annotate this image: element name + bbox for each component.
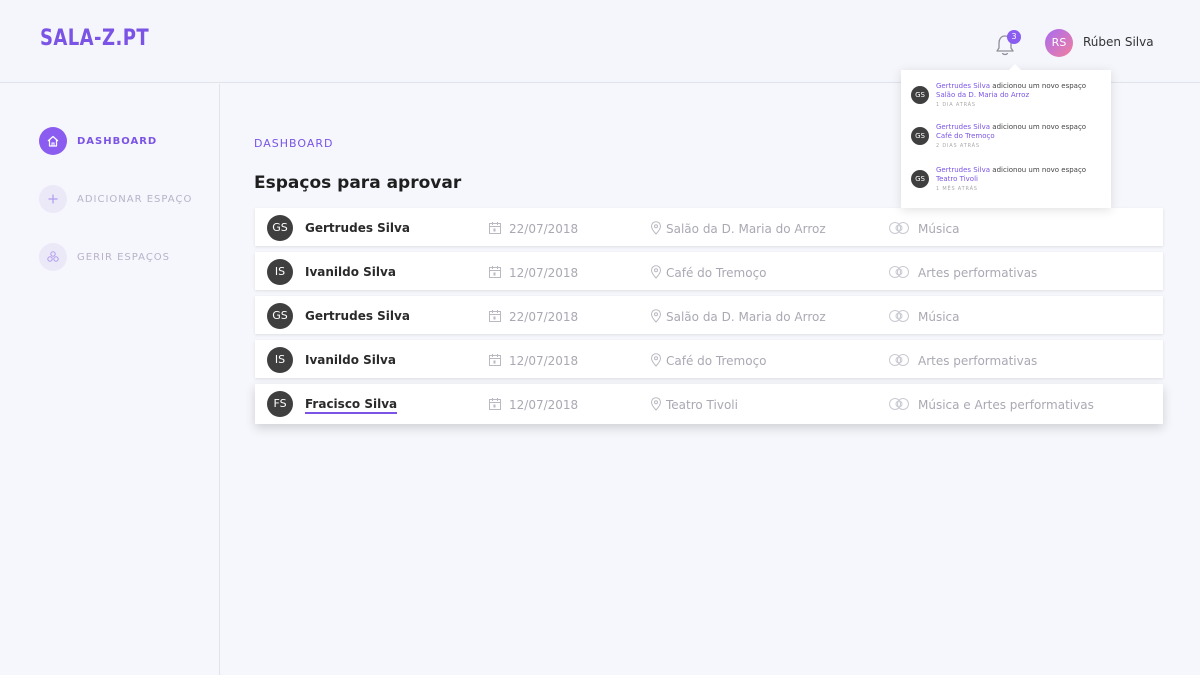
app-logo[interactable]: SALA-Z.PT (40, 26, 149, 51)
calendar-icon (489, 398, 501, 410)
home-icon (39, 127, 67, 155)
avatar: GS (911, 170, 929, 188)
notification-time: 1 MÊS ATRÁS (936, 186, 978, 192)
row-venue: Teatro Tivoli (666, 398, 738, 412)
notification-place: Teatro Tivoli (936, 175, 978, 183)
sidebar-item-label: DASHBOARD (77, 135, 158, 147)
row-category: Música (918, 222, 960, 236)
notification-text: Gertrudes Silva adicionou um novo espaço (936, 166, 1086, 174)
sidebar-item-add-space[interactable]: ADICIONAR ESPAÇO (39, 185, 209, 213)
category-icon (889, 266, 909, 278)
row-category: Artes performativas (918, 354, 1038, 368)
notification-text: Gertrudes Silva adicionou um novo espaço (936, 123, 1086, 131)
row-category: Música e Artes performativas (918, 398, 1094, 412)
category-icon (889, 222, 909, 234)
avatar: FS (267, 391, 293, 417)
notification-badge: 3 (1007, 30, 1021, 44)
category-icon (889, 354, 909, 366)
row-date: 12/07/2018 (509, 354, 579, 368)
notification-author: Gertrudes Silva (936, 123, 991, 131)
location-pin-icon (650, 353, 662, 367)
row-name[interactable]: Ivanildo Silva (305, 265, 396, 279)
breadcrumb: DASHBOARD (254, 137, 334, 150)
location-pin-icon (650, 265, 662, 279)
row-name[interactable]: Gertrudes Silva (305, 309, 410, 323)
row-date: 12/07/2018 (509, 398, 579, 412)
sidebar-item-label: GERIR ESPAÇOS (77, 251, 171, 263)
sidebar-item-dashboard[interactable]: DASHBOARD (39, 127, 209, 155)
user-name[interactable]: Rúben Silva (1083, 35, 1154, 49)
avatar: GS (911, 127, 929, 145)
row-venue: Café do Tremoço (666, 266, 767, 280)
row-category: Música (918, 310, 960, 324)
calendar-icon (489, 266, 501, 278)
calendar-icon (489, 222, 501, 234)
notification-place: Salão da D. Maria do Arroz (936, 91, 1030, 99)
avatar: GS (267, 303, 293, 329)
avatar: IS (267, 347, 293, 373)
notification-action: adicionou um novo espaço (990, 82, 1087, 90)
notification-author: Gertrudes Silva (936, 166, 991, 174)
row-date: 12/07/2018 (509, 266, 579, 280)
notification-action: adicionou um novo espaço (990, 123, 1087, 131)
location-pin-icon (650, 221, 662, 235)
notifications-dropdown: GS Gertrudes Silva adicionou um novo esp… (901, 64, 1111, 208)
row-venue: Salão da D. Maria do Arroz (666, 222, 826, 236)
calendar-icon (489, 310, 501, 322)
row-date: 22/07/2018 (509, 222, 579, 236)
row-name[interactable]: Ivanildo Silva (305, 353, 396, 367)
sidebar-item-label: ADICIONAR ESPAÇO (77, 193, 193, 205)
page-title: Espaços para aprovar (254, 173, 462, 193)
avatar: GS (267, 215, 293, 241)
sidebar-item-manage-spaces[interactable]: GERIR ESPAÇOS (39, 243, 209, 271)
location-pin-icon (650, 397, 662, 411)
calendar-icon (489, 354, 501, 366)
user-avatar[interactable]: RS (1045, 29, 1073, 57)
category-icon (889, 398, 909, 410)
row-date: 22/07/2018 (509, 310, 579, 324)
grid-icon (39, 243, 67, 271)
location-pin-icon (650, 309, 662, 323)
row-venue: Salão da D. Maria do Arroz (666, 310, 826, 324)
category-icon (889, 310, 909, 322)
notification-text: Gertrudes Silva adicionou um novo espaço (936, 82, 1086, 90)
row-name[interactable]: Gertrudes Silva (305, 221, 410, 235)
table-row[interactable]: GS Gertrudes Silva 22/07/2018 Salão da D… (255, 296, 1163, 334)
plus-icon (39, 185, 67, 213)
table-row[interactable]: GS Gertrudes Silva 22/07/2018 Salão da D… (255, 208, 1163, 246)
avatar: IS (267, 259, 293, 285)
notification-action: adicionou um novo espaço (990, 166, 1087, 174)
row-name[interactable]: Fracisco Silva (305, 397, 398, 414)
row-category: Artes performativas (918, 266, 1038, 280)
notification-item[interactable]: GS Gertrudes Silva adicionou um novo esp… (911, 123, 1106, 157)
notification-time: 2 DIAS ATRÁS (936, 143, 980, 149)
table-row[interactable]: IS Ivanildo Silva 12/07/2018 Café do Tre… (255, 340, 1163, 378)
avatar: GS (911, 86, 929, 104)
notification-item[interactable]: GS Gertrudes Silva adicionou um novo esp… (911, 82, 1106, 116)
notification-place: Café do Tremoço (936, 132, 995, 140)
table-row[interactable]: FS Fracisco Silva 12/07/2018 Teatro Tivo… (255, 384, 1163, 424)
sidebar: DASHBOARD ADICIONAR ESPAÇO GERIR ESPAÇOS (0, 84, 220, 675)
notification-time: 1 DIA ATRÁS (936, 102, 976, 108)
row-venue: Café do Tremoço (666, 354, 767, 368)
table-row[interactable]: IS Ivanildo Silva 12/07/2018 Café do Tre… (255, 252, 1163, 290)
notification-item[interactable]: GS Gertrudes Silva adicionou um novo esp… (911, 166, 1106, 200)
notification-author: Gertrudes Silva (936, 82, 991, 90)
